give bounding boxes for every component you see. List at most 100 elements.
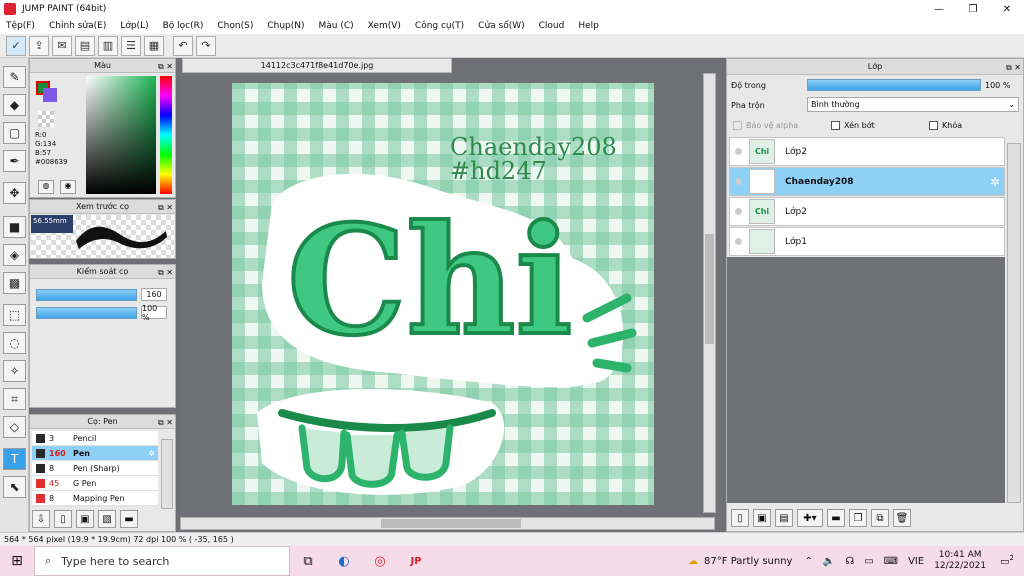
brush-size-value[interactable]: 160 [141,288,167,301]
palette-icon[interactable]: ◍ [38,180,54,194]
layer-row[interactable]: Chi Lớp2 [729,197,1005,226]
menu-file[interactable]: Tệp(F) [6,21,35,31]
gear-icon[interactable]: ✲ [990,175,1000,189]
select-pen-tool-icon[interactable]: ⌗ [3,388,26,410]
add-layer-menu-icon[interactable]: ✚▾ [797,509,823,527]
lock-checkbox[interactable]: Khóa [929,121,962,130]
visibility-toggle[interactable] [735,208,742,215]
maximize-button[interactable]: ❐ [956,0,990,18]
brush-list-scrollbar[interactable] [161,439,173,509]
layer-list-scrollbar[interactable] [1007,143,1021,503]
speaker-icon[interactable]: 🔈 [823,556,835,567]
battery-icon[interactable]: ▭ [864,556,873,567]
canvas-area[interactable]: Chi Chaenday208 #hd247 [180,73,722,532]
document-tab[interactable]: 14112c3c471f8e41d70e.jpg [182,58,452,73]
horizontal-scroll-thumb[interactable] [381,519,521,528]
move-tool-icon[interactable]: ✥ [3,182,26,204]
menu-capture[interactable]: Chụp(N) [267,21,304,31]
protect-alpha-checkbox[interactable]: Bảo vệ alpha [733,121,798,130]
chat-icon[interactable]: ▤ [75,35,95,56]
lasso-tool-icon[interactable]: ◌ [3,332,26,354]
brush-download-icon[interactable]: ⇩ [32,510,50,528]
canvas-vertical-scrollbar[interactable] [703,73,716,513]
weather-text[interactable]: 87°F Partly sunny [704,556,792,567]
transparent-swatch[interactable] [38,111,54,127]
jump-paint-taskbar-icon[interactable]: JP [398,556,434,567]
new-text-layer-icon[interactable]: ▤ [775,509,793,527]
visibility-toggle[interactable] [735,238,742,245]
visibility-toggle[interactable] [735,178,742,185]
edge-icon[interactable]: ◐ [326,554,362,569]
folder-icon[interactable]: ▬ [827,509,845,527]
layer-row[interactable]: Lớp1 [729,227,1005,256]
panel-close-icon[interactable]: ⧉ ✕ [1006,60,1021,76]
brush-size-slider[interactable] [36,288,137,301]
menu-select[interactable]: Chọn(S) [217,21,253,31]
eraser-tool-icon[interactable]: ◆ [3,94,26,116]
gear-icon[interactable]: ✲ [148,449,155,458]
new-raster-layer-icon[interactable]: ▣ [753,509,771,527]
comment-icon[interactable]: ✉ [52,35,72,56]
redo-icon[interactable]: ↷ [196,35,216,56]
notification-icon[interactable]: ▭2 [1000,554,1014,567]
menu-tools[interactable]: Công cụ(T) [415,21,464,31]
layer-row-selected[interactable]: Chaenday208 ✲ [729,167,1005,196]
panel-close-icon[interactable]: ⧉ ✕ [158,266,173,280]
brush-opacity-value[interactable]: 100 % [141,304,167,322]
background-color-swatch[interactable] [43,88,57,102]
pen-tool-icon[interactable]: ✒ [3,150,26,172]
select-eraser-tool-icon[interactable]: ◇ [3,416,26,438]
text-tool-icon[interactable]: T [3,448,26,470]
artboard[interactable]: Chi Chaenday208 #hd247 [232,83,654,505]
keyboard-icon[interactable]: ⌨ [884,556,898,567]
menu-help[interactable]: Help [578,21,599,31]
menu-cloud[interactable]: Cloud [539,21,565,31]
saturation-value-picker[interactable] [86,76,156,194]
menu-filter[interactable]: Bộ lọc(R) [163,21,204,31]
undo-icon[interactable]: ↶ [173,35,193,56]
list-icon[interactable]: ☰ [121,35,141,56]
vertical-scroll-thumb[interactable] [705,234,714,344]
brush-folder-icon[interactable]: ▬ [120,510,138,528]
bucket-tool-icon[interactable]: ◈ [3,244,26,266]
delete-layer-icon[interactable]: 🗑 [893,509,911,527]
menu-window[interactable]: Cửa sổ(W) [478,21,524,31]
brush-opacity-slider[interactable] [36,306,137,319]
operation-tool-icon[interactable]: ⬉ [3,476,26,498]
chrome-icon[interactable]: ◎ [362,554,398,569]
tray-chevron-up-icon[interactable]: ⌃ [804,556,812,567]
cloud-sync-icon[interactable]: ✓ [6,35,26,56]
merge-layer-icon[interactable]: ⧉ [871,509,889,527]
layer-opacity-slider[interactable] [807,79,981,91]
canvas-horizontal-scrollbar[interactable] [180,517,715,530]
hue-slider[interactable] [160,76,172,194]
magic-wand-tool-icon[interactable]: ✧ [3,360,26,382]
brush-item-mapping-pen[interactable]: 8 Mapping Pen [32,491,158,506]
select-rect-tool-icon[interactable]: ▢ [3,122,26,144]
brush-tool-icon[interactable]: ✎ [3,66,26,88]
gradient-tool-icon[interactable]: ▩ [3,272,26,294]
page-icon[interactable]: ▥ [98,35,118,56]
export-icon[interactable]: ⇪ [29,35,49,56]
minimize-button[interactable]: — [922,0,956,18]
layer-row[interactable]: Chi Lớp2 [729,137,1005,166]
network-icon[interactable]: ☊ [845,556,854,567]
marquee-tool-icon[interactable]: ⬚ [3,304,26,326]
menu-edit[interactable]: Chỉnh sửa(E) [49,21,106,31]
visibility-toggle[interactable] [735,148,742,155]
new-layer-icon[interactable]: ▯ [731,509,749,527]
eyedropper-icon[interactable]: ◉ [60,180,76,194]
brush-settings-icon[interactable]: ▧ [98,510,116,528]
close-button[interactable]: ✕ [990,0,1024,18]
panel-close-icon[interactable]: ⧉ ✕ [158,416,173,430]
brush-item-g-pen[interactable]: 45 G Pen [32,476,158,491]
panel-close-icon[interactable]: ⧉ ✕ [158,201,173,215]
duplicate-layer-icon[interactable]: ❐ [849,509,867,527]
menu-layer[interactable]: Lớp(L) [120,21,148,31]
clip-checkbox[interactable]: Xén bớt [831,121,875,130]
clock[interactable]: 10:41 AM 12/22/2021 [934,550,986,572]
windows-start-icon[interactable]: ⊞ [0,546,34,576]
brush-item-pen[interactable]: 160 Pen ✲ [32,446,158,461]
task-view-icon[interactable]: ⧉ [290,554,326,569]
blend-mode-select[interactable]: Bình thường ⌄ [807,97,1019,112]
